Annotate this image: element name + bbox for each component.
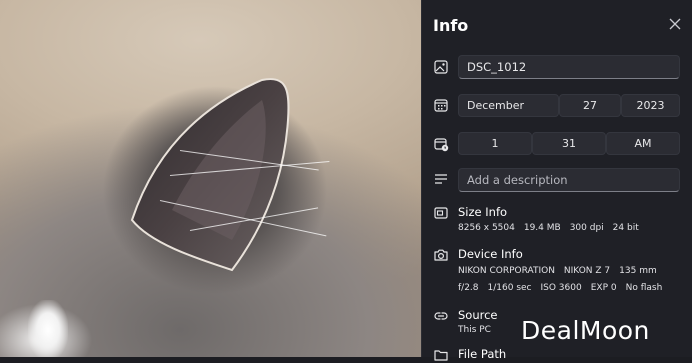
device-info-line-1: NIKON CORPORATION NIKON Z 7 135 mm xyxy=(458,266,666,276)
size-info-title: Size Info xyxy=(458,205,508,219)
source-value: This PC xyxy=(458,325,491,335)
file-size: 19.4 MB xyxy=(523,223,561,233)
minute-picker[interactable]: 31 xyxy=(532,132,606,155)
device-info-title: Device Info xyxy=(458,247,523,261)
link-icon xyxy=(434,312,448,320)
dealmoon-watermark: DealMoon xyxy=(521,316,650,345)
month-picker[interactable]: December xyxy=(458,94,559,117)
camera-icon xyxy=(434,249,448,261)
camera-model: NIKON Z 7 xyxy=(563,266,611,276)
source-title: Source xyxy=(458,308,498,322)
name-field[interactable]: DSC_1012 xyxy=(458,55,680,79)
image-dpi: 300 dpi xyxy=(569,223,604,233)
folder-icon xyxy=(434,350,448,361)
hour-picker[interactable]: 1 xyxy=(458,132,532,155)
bit-depth: 24 bit xyxy=(612,223,639,233)
shutter-speed: 1/160 sec xyxy=(487,283,532,293)
size-icon xyxy=(434,207,448,219)
exposure: EXP 0 xyxy=(590,283,617,293)
close-icon[interactable] xyxy=(666,15,684,33)
year-picker[interactable]: 2023 xyxy=(621,94,680,117)
calendar-icon xyxy=(434,99,448,112)
info-panel: Info DSC_1012 December 27 2023 1 31 AM A… xyxy=(421,0,692,361)
panel-title: Info xyxy=(433,16,469,35)
flash: No flash xyxy=(625,283,663,293)
description-input[interactable]: Add a description xyxy=(458,168,680,192)
image-icon xyxy=(434,60,448,74)
name-value: DSC_1012 xyxy=(467,60,527,74)
size-info-details: 8256 x 5504 19.4 MB 300 dpi 24 bit xyxy=(458,223,648,233)
file-path-title: File Path xyxy=(458,347,507,361)
device-info-line-2: f/2.8 1/160 sec ISO 3600 EXP 0 No flash xyxy=(458,283,671,293)
focal-length: 135 mm xyxy=(619,266,657,276)
iso: ISO 3600 xyxy=(540,283,582,293)
clock-icon xyxy=(434,138,449,152)
description-icon xyxy=(435,174,447,184)
image-dimensions: 8256 x 5504 xyxy=(458,223,515,233)
description-placeholder: Add a description xyxy=(467,173,568,187)
photo-preview xyxy=(0,0,421,357)
day-picker[interactable]: 27 xyxy=(559,94,621,117)
camera-maker: NIKON CORPORATION xyxy=(458,266,555,276)
cat-ear xyxy=(130,78,290,272)
period-picker[interactable]: AM xyxy=(606,132,680,155)
aperture: f/2.8 xyxy=(458,283,479,293)
